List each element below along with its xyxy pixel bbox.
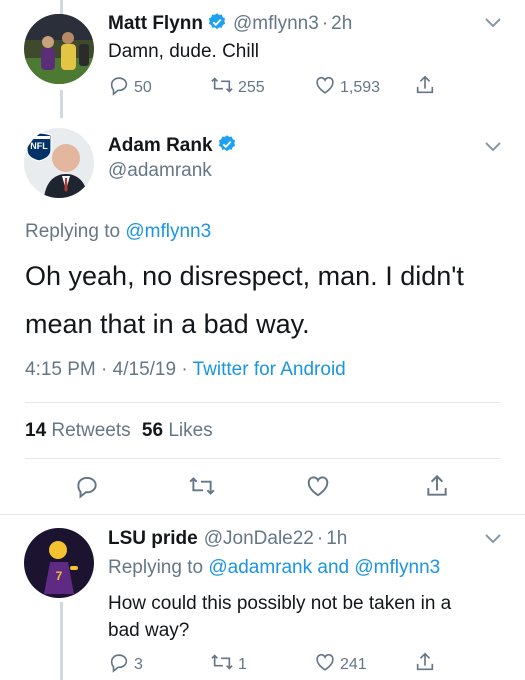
reply-icon — [108, 651, 134, 678]
tweet3-time[interactable]: 1h — [326, 528, 347, 549]
divider-meta — [25, 402, 500, 403]
main-replying-prefix: Replying to — [25, 221, 121, 242]
main-like-label: Likes — [168, 420, 213, 441]
main-author-name[interactable]: Adam Rank — [108, 135, 213, 156]
tweet1-author-name[interactable]: Matt Flynn — [108, 13, 203, 34]
tweet3-chevron-down-icon[interactable] — [484, 532, 502, 550]
tweet1-retweet-count: 255 — [238, 78, 265, 96]
tweet3-retweet-count: 1 — [238, 655, 247, 673]
main-date[interactable]: 4/15/19 — [113, 359, 176, 380]
retweet-icon — [210, 651, 238, 678]
main-replying-to: Replying to @mflynn3 — [25, 221, 211, 243]
tweet3-text-line-1: How could this possibly not be taken in … — [108, 593, 452, 614]
tweet1-header: Matt Flynn @mflynn3 · 2h — [108, 12, 352, 38]
heart-icon — [305, 476, 331, 503]
tweet3-like-button[interactable]: 241 — [314, 651, 367, 678]
main-retweet-label: Retweets — [51, 420, 131, 441]
main-retweets-stat[interactable]: 14 Retweets — [25, 420, 131, 441]
retweet-icon — [188, 477, 216, 503]
tweet3-replying-to: Replying to @adamrank and @mflynn3 — [108, 557, 440, 579]
retweet-icon — [210, 74, 238, 101]
tweet3-replying-and: and — [317, 557, 350, 578]
tweet3-reply-button[interactable]: 3 — [108, 651, 143, 678]
thread-line-3 — [60, 602, 63, 680]
tweet3-text: How could this possibly not be taken in … — [108, 590, 508, 644]
main-tweet-text: Oh yeah, no disrespect, man. I didn't me… — [25, 256, 505, 344]
tweet1-reply-count: 50 — [134, 78, 152, 96]
tweet1-retweet-button[interactable]: 255 — [210, 74, 265, 101]
main-retweet-button[interactable] — [188, 473, 216, 504]
tweet3-text-line-2: bad way? — [108, 620, 190, 641]
reply-icon — [74, 476, 100, 503]
svg-text:7: 7 — [56, 569, 63, 583]
main-replying-link[interactable]: @mflynn3 — [125, 221, 211, 242]
heart-icon — [314, 651, 340, 678]
avatar-lsu-pride[interactable]: 7 — [24, 528, 94, 598]
tweet1-time[interactable]: 2h — [331, 13, 352, 34]
share-icon — [414, 74, 440, 101]
tweet1-chevron-down-icon[interactable] — [484, 16, 502, 34]
divider-replies — [0, 514, 525, 515]
main-author-name-row: Adam Rank — [108, 134, 237, 160]
main-like-button[interactable] — [305, 473, 331, 504]
tweet3-share-button[interactable] — [414, 651, 440, 678]
main-time[interactable]: 4:15 PM — [25, 359, 96, 380]
main-like-count: 56 — [141, 420, 164, 441]
divider-stats — [25, 458, 500, 459]
tweet3-replying-link-1[interactable]: @adamrank — [208, 557, 312, 578]
main-text-line-1: Oh yeah, no disrespect, man. I didn't — [25, 261, 464, 291]
tweet3-handle[interactable]: @JonDale22 — [204, 528, 314, 549]
main-text-line-2: mean that in a bad way. — [25, 309, 310, 339]
tweet3-replying-link-2[interactable]: @mflynn3 — [354, 557, 440, 578]
tweet3-separator: · — [316, 528, 324, 549]
tweet1-reply-button[interactable]: 50 — [108, 74, 152, 101]
main-handle-row: @adamrank — [108, 160, 212, 182]
main-retweet-count: 14 — [25, 420, 47, 441]
tweet3-reply-count: 3 — [134, 655, 143, 673]
share-icon — [414, 651, 440, 678]
tweet3-author-name[interactable]: LSU pride — [108, 528, 198, 549]
tweet1-share-button[interactable] — [414, 74, 440, 101]
main-source-link[interactable]: Twitter for Android — [193, 359, 346, 380]
tweet3-like-count: 241 — [340, 655, 367, 673]
tweet1-like-button[interactable]: 1,593 — [314, 74, 380, 101]
verified-badge-icon — [217, 134, 237, 160]
main-handle[interactable]: @adamrank — [108, 160, 212, 181]
main-chevron-down-icon[interactable] — [484, 140, 502, 158]
heart-icon — [314, 74, 340, 101]
main-likes-stat[interactable]: 56 Likes — [142, 420, 213, 441]
share-icon — [424, 474, 450, 503]
tweet3-retweet-button[interactable]: 1 — [210, 651, 247, 678]
tweet3-replying-prefix: Replying to — [108, 557, 204, 578]
tweet1-separator: · — [321, 13, 329, 34]
main-meta-separator-2: · — [181, 359, 188, 380]
main-meta-separator-1: · — [101, 359, 108, 380]
nfl-badge-text: NFL — [30, 141, 48, 151]
tweet3-header: LSU pride @JonDale22 · 1h — [108, 528, 347, 550]
reply-icon — [108, 74, 134, 101]
main-reply-button[interactable] — [74, 473, 100, 504]
tweet1-handle[interactable]: @mflynn3 — [233, 13, 319, 34]
main-share-button[interactable] — [424, 473, 450, 504]
avatar-adam-rank[interactable]: NFL — [24, 128, 94, 198]
tweet1-text: Damn, dude. Chill — [108, 41, 260, 62]
main-stats-row: 14 Retweets 56 Likes — [25, 420, 213, 442]
thread-line-1 — [60, 90, 63, 118]
main-meta-row: 4:15 PM · 4/15/19 · Twitter for Android — [25, 359, 346, 381]
tweet1-like-count: 1,593 — [340, 78, 381, 96]
verified-badge-icon — [207, 12, 227, 38]
avatar-matt-flynn[interactable] — [24, 14, 94, 84]
nfl-shield-logo: NFL — [25, 132, 53, 162]
